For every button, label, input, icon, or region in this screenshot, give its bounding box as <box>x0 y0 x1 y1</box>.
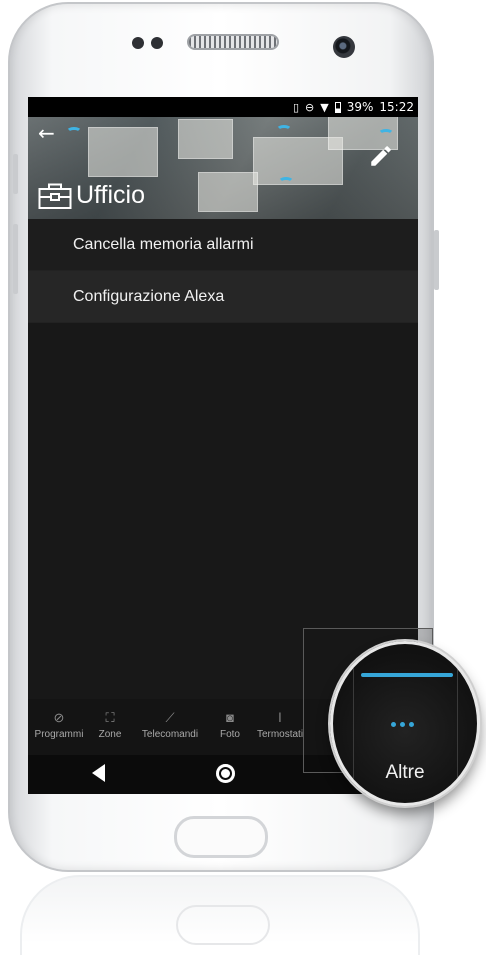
tab-programmi[interactable]: ⊘ Programmi <box>28 710 90 741</box>
status-bar: ▯ ⊖ ▼ 39% 15:22 <box>28 97 418 117</box>
earpiece-speaker <box>187 34 279 50</box>
tab-telecomandi[interactable]: ⟋ Telecomandi <box>130 710 210 741</box>
page-title: Ufficio <box>76 181 146 209</box>
remote-icon: ⟋ <box>165 710 175 725</box>
office-briefcase-icon <box>38 183 72 209</box>
clock: 15:22 <box>379 100 414 114</box>
wifi-icon <box>278 177 294 187</box>
floorplan-room <box>88 127 158 177</box>
tab-foto[interactable]: ◙ Foto <box>210 710 250 741</box>
do-not-disturb-icon: ⊖ <box>305 100 315 114</box>
wifi-icon <box>378 129 394 139</box>
wifi-signal-icon: ▼ <box>320 100 329 114</box>
power-key <box>434 230 439 290</box>
tab-label: Programmi <box>34 729 84 740</box>
zone-frame-icon: ⛶ <box>105 710 115 725</box>
hardware-home-button[interactable] <box>174 816 268 858</box>
page-title-row: Ufficio <box>38 181 145 210</box>
battery-icon <box>334 101 341 113</box>
rocket-icon: ⊘ <box>53 710 65 725</box>
tab-label: Telecomandi <box>141 729 199 740</box>
active-tab-indicator <box>361 673 453 677</box>
tab-label: Termostati <box>256 729 304 740</box>
wifi-icon <box>66 127 82 137</box>
front-camera <box>333 36 355 58</box>
wifi-icon <box>276 125 292 135</box>
nav-back-icon[interactable] <box>92 764 105 782</box>
home-button-reflection <box>176 905 270 945</box>
battery-percent: 39% <box>346 100 374 114</box>
menu-item-alexa-config[interactable]: Configurazione Alexa <box>28 271 418 323</box>
thermometer-icon: ǀ <box>278 710 282 725</box>
volume-up-key <box>13 154 18 194</box>
tab-zone[interactable]: ⛶ Zone <box>90 710 130 741</box>
tab-altre-label[interactable]: Altre <box>333 762 477 784</box>
tab-termostati[interactable]: ǀ Termostati <box>250 710 310 741</box>
floorplan-room <box>178 119 233 159</box>
magnifier-callout: Altre <box>330 641 480 806</box>
header-banner: ▯ ⊖ ▼ 39% 15:22 ← Ufficio <box>28 97 418 219</box>
edit-pencil-icon[interactable] <box>368 143 394 169</box>
tab-label: Zone <box>98 729 122 740</box>
menu-item-clear-alarm-memory[interactable]: Cancella memoria allarmi <box>28 219 418 271</box>
options-menu: Cancella memoria allarmi Configurazione … <box>28 219 418 323</box>
nav-home-icon[interactable] <box>216 764 235 783</box>
back-arrow-icon[interactable]: ← <box>38 121 55 145</box>
volume-down-key <box>13 224 18 294</box>
camera-icon: ◙ <box>226 710 234 725</box>
sensor-dots <box>132 37 163 49</box>
phone-reflection <box>20 875 420 955</box>
vibrate-icon: ▯ <box>292 100 300 114</box>
more-dots-icon[interactable] <box>391 722 414 727</box>
tab-label: Foto <box>219 729 240 740</box>
floorplan-room <box>198 172 258 212</box>
